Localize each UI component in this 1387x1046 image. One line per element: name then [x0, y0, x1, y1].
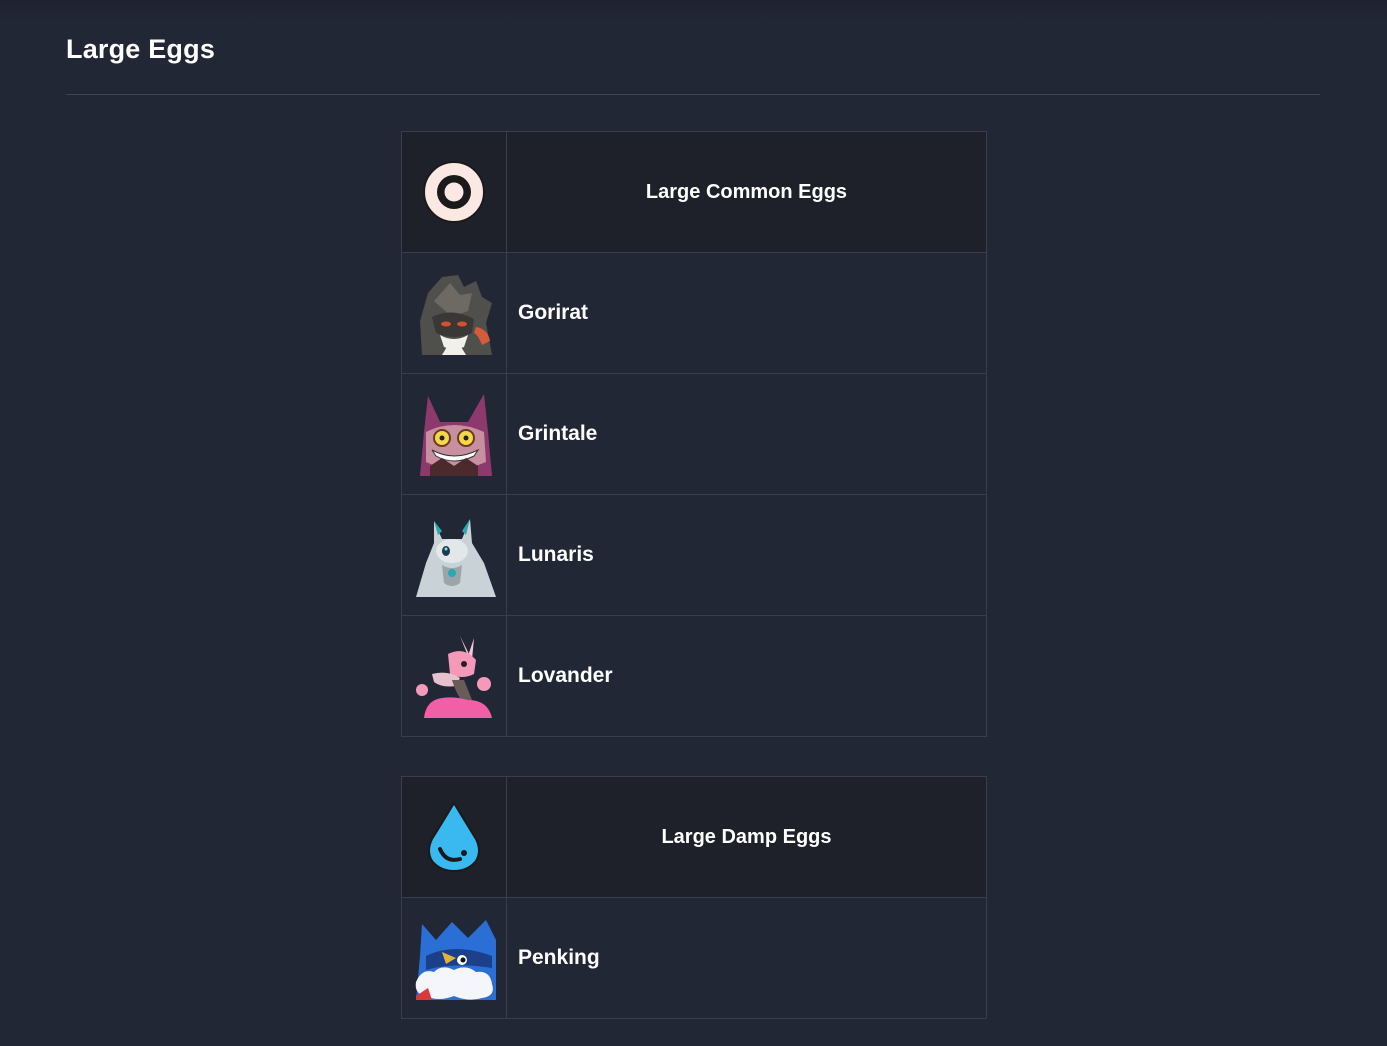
egg-group-header: Large Common Eggs: [401, 131, 987, 253]
pal-row[interactable]: Gorirat: [401, 252, 987, 374]
pal-row[interactable]: Grintale: [401, 373, 987, 495]
title-divider: [66, 94, 1320, 95]
common-element-icon: [423, 161, 485, 223]
egg-group-label: Large Common Eggs: [506, 131, 987, 253]
pal-row[interactable]: Lovander: [401, 615, 987, 737]
egg-group-icon-cell: [401, 776, 507, 898]
page: Large Eggs Large Common Eggs Gorirat Gri…: [0, 0, 1387, 1046]
egg-group-label: Large Damp Eggs: [506, 776, 987, 898]
page-title: Large Eggs: [66, 34, 216, 64]
pal-name[interactable]: Lovander: [506, 615, 987, 737]
egg-group-table-damp: Large Damp Eggs Penking: [401, 776, 987, 1019]
pal-name[interactable]: Penking: [506, 897, 987, 1019]
gorirat-portrait: [412, 271, 496, 355]
pal-name[interactable]: Gorirat: [506, 252, 987, 374]
grintale-portrait: [412, 392, 496, 476]
water-drop-icon: [428, 801, 480, 873]
egg-group-header: Large Damp Eggs: [401, 776, 987, 898]
pal-name[interactable]: Lunaris: [506, 494, 987, 616]
pal-row[interactable]: Lunaris: [401, 494, 987, 616]
lunaris-portrait: [412, 513, 496, 597]
egg-group-table-common: Large Common Eggs Gorirat Grintale Lunar…: [401, 131, 987, 737]
pal-row[interactable]: Penking: [401, 897, 987, 1019]
egg-group-icon-cell: [401, 131, 507, 253]
pal-name[interactable]: Grintale: [506, 373, 987, 495]
penking-portrait: [412, 916, 496, 1000]
lovander-portrait: [412, 634, 496, 718]
